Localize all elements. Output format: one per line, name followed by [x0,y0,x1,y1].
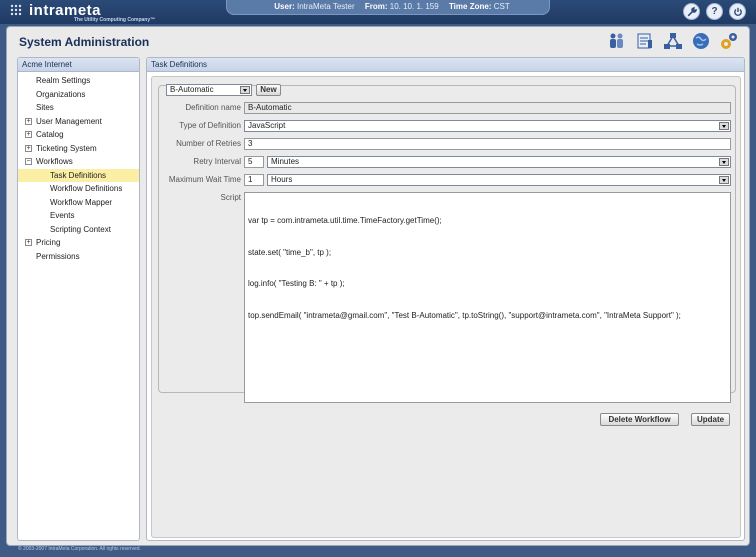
type-of-definition-label: Type of Definition [179,121,241,130]
sidebar-nav: Realm Settings Organizations Sites + User… [18,72,139,263]
sidebar-item-workflow-mapper[interactable]: Workflow Mapper [18,196,139,210]
retry-interval-label: Retry Interval [193,157,241,166]
maximum-wait-time-unit-select[interactable]: Hours [267,174,731,186]
content-panel: Task Definitions B-Automatic New Definit… [146,57,745,541]
users-icon[interactable] [607,31,627,51]
sidebar-item-workflows[interactable]: − Workflows [18,155,139,169]
logo-mark-icon [10,4,22,16]
sidebar-item-sites[interactable]: Sites [18,101,139,115]
sidebar-item-task-definitions[interactable]: Task Definitions [18,168,139,182]
sidebar-title: Acme Internet [18,58,139,72]
expand-icon[interactable]: + [25,117,32,125]
wrench-icon[interactable] [683,3,700,20]
toolbar-icons [607,31,739,51]
chevron-down-icon[interactable] [719,158,729,166]
page-title: System Administration [19,35,150,49]
sidebar-item-events[interactable]: Events [18,209,139,223]
globe-icon[interactable] [691,31,711,51]
logo: intrameta The Utility Computing Company™ [8,2,168,24]
sidebar-item-workflow-definitions[interactable]: Workflow Definitions [18,182,139,196]
sidebar-item-realm-settings[interactable]: Realm Settings [18,74,139,88]
delete-workflow-button[interactable]: Delete Workflow [600,413,679,426]
user-label: User: [274,2,295,11]
chevron-down-icon[interactable] [719,176,729,184]
network-icon[interactable] [663,31,683,51]
retry-interval-unit-value: Minutes [271,157,300,166]
from-value: 10. 10. 1. 159 [389,2,439,11]
brand-tagline: The Utility Computing Company™ [74,17,156,23]
sidebar-item-label: Permissions [36,251,80,261]
script-label: Script [220,193,241,202]
sidebar-item-label: Organizations [36,89,86,99]
definition-name-input[interactable]: B-Automatic [244,102,731,114]
chevron-down-icon[interactable] [719,122,729,130]
sidebar-item-label: Workflow Mapper [50,197,113,207]
sidebar-item-pricing[interactable]: + Pricing [18,236,139,250]
number-of-retries-label: Number of Retries [176,139,241,148]
forms-icon[interactable] [635,31,655,51]
expand-icon[interactable]: + [25,239,32,246]
sidebar-item-user-management[interactable]: + User Management [18,115,139,129]
main-panel: System Administration Acme Internet Real… [6,26,750,546]
expand-icon[interactable]: + [25,131,32,138]
gears-icon[interactable] [719,31,739,51]
power-icon[interactable] [729,3,746,20]
sidebar-item-label: Workflows [36,157,73,166]
content-title: Task Definitions [147,58,744,72]
definition-name-label: Definition name [185,103,241,112]
script-editor[interactable]: var tp = com.intrameta.util.time.TimeFac… [244,192,731,403]
new-button[interactable]: New [256,84,281,96]
top-bar: intrameta The Utility Computing Company™… [0,0,756,24]
task-select-value: B-Automatic [170,85,214,94]
sidebar: Acme Internet Realm Settings Organizatio… [17,57,140,541]
sidebar-item-permissions[interactable]: Permissions [18,250,139,264]
maximum-wait-time-input[interactable]: 1 [244,174,264,186]
sidebar-item-label: User Management [36,116,102,126]
update-button[interactable]: Update [691,413,730,426]
retry-interval-input[interactable]: 5 [244,156,264,168]
sidebar-item-organizations[interactable]: Organizations [18,88,139,102]
retry-interval-unit-select[interactable]: Minutes [267,156,731,168]
session-info: User: IntraMeta Tester From: 10. 10. 1. … [226,0,550,15]
maximum-wait-time-label: Maximum Wait Time [168,175,241,184]
sidebar-item-scripting-context[interactable]: Scripting Context [18,223,139,237]
sidebar-item-label: Realm Settings [36,76,91,85]
script-line: state.set( "time_b", tp ); [248,247,332,257]
sidebar-item-label: Events [50,211,75,220]
copyright: © 2003-2007 IntraMeta Corporation. All r… [18,546,141,552]
script-line: var tp = com.intrameta.util.time.TimeFac… [248,216,442,225]
task-select[interactable]: B-Automatic [166,84,252,96]
sidebar-item-label: Pricing [36,238,61,247]
sidebar-item-label: Task Definitions [50,170,107,180]
expand-icon[interactable]: + [25,144,32,152]
type-of-definition-value: JavaScript [248,121,286,130]
maximum-wait-time-unit-value: Hours [271,175,293,184]
user-value: IntraMeta Tester [296,2,355,11]
sidebar-item-label: Sites [36,103,54,112]
chevron-down-icon[interactable] [240,86,250,94]
from-label: From: [364,2,388,11]
collapse-icon[interactable]: − [25,158,32,165]
sidebar-item-label: Workflow Definitions [50,184,123,193]
number-of-retries-input[interactable]: 3 [244,138,731,150]
sidebar-item-label: Scripting Context [50,224,111,234]
sidebar-item-catalog[interactable]: + Catalog [18,128,139,142]
task-definition-editor: B-Automatic New Definition name B-Automa… [151,76,741,538]
timezone-value: CST [493,2,510,11]
type-of-definition-select[interactable]: JavaScript [244,120,731,132]
help-icon[interactable]: ? [706,3,723,20]
top-icons: ? [683,3,746,20]
sidebar-item-ticketing-system[interactable]: + Ticketing System [18,142,139,156]
sidebar-item-label: Ticketing System [36,143,97,153]
script-line: top.sendEmail( "intrameta@gmail.com", "T… [248,310,681,320]
script-line: log.info( "Testing B: " + tp ); [248,279,345,288]
timezone-label: Time Zone: [448,2,492,11]
sidebar-item-label: Catalog [36,130,64,139]
